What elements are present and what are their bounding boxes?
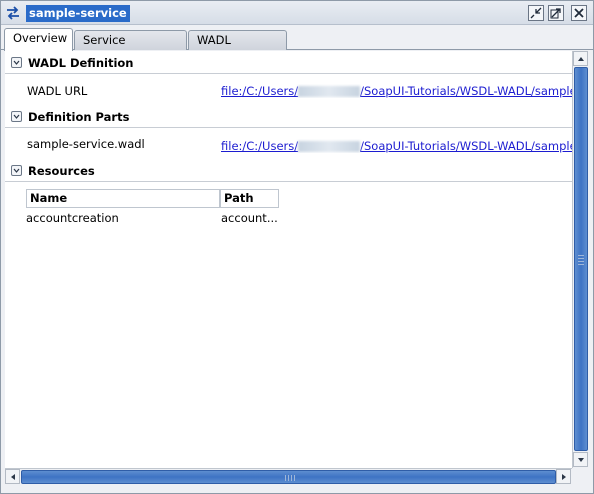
definition-part-name: sample-service.wadl [27,137,145,151]
collapse-chevron-icon[interactable] [11,111,22,122]
section-definition-parts: Definition Parts [5,106,572,128]
scroll-up-button[interactable] [573,51,588,66]
collapse-chevron-icon[interactable] [11,165,22,176]
horizontal-scroll-thumb[interactable] [21,470,556,484]
column-header-path[interactable]: Path [220,189,279,208]
overview-panel: WADL Definition WADL URL file:/C:/Users/… [5,51,572,468]
scroll-corner [572,468,589,485]
wadl-url-link[interactable]: file:/C:/Users/ /SoapUI-Tutorials/WSDL-WA… [221,84,572,98]
section-title: Resources [28,164,95,178]
scroll-down-button[interactable] [573,452,588,467]
wadl-url-suffix: /SoapUI-Tutorials/WSDL-WADL/sample-s [360,84,572,98]
part-url-suffix: /SoapUI-Tutorials/WSDL-WADL/sample-s [360,139,572,153]
wadl-url-prefix: file:/C:/Users/ [221,84,299,98]
section-title: Definition Parts [28,110,130,124]
tab-strip: Overview Service Endpoints WADL Content [1,26,593,66]
minimize-dock-button[interactable] [528,5,544,21]
close-button[interactable] [571,5,587,21]
maximize-button[interactable] [548,5,564,21]
wadl-url-label: WADL URL [27,84,88,98]
cell-name: accountcreation [26,211,119,225]
section-title: WADL Definition [28,56,134,70]
horizontal-scrollbar[interactable] [5,468,572,484]
section-wadl-definition: WADL Definition [5,52,572,74]
tab-overview[interactable]: Overview [4,28,73,51]
tab-wadl-content[interactable]: WADL Content [188,30,287,66]
vertical-scrollbar[interactable] [572,51,588,468]
scroll-left-button[interactable] [5,469,20,484]
definition-part-link[interactable]: file:/C:/Users/ /SoapUI-Tutorials/WSDL-WA… [221,139,572,153]
swap-arrows-icon [6,6,20,20]
column-header-name[interactable]: Name [26,189,220,208]
part-url-prefix: file:/C:/Users/ [221,139,299,153]
service-window: sample-service Overview Service Endpoint… [0,0,594,494]
collapse-chevron-icon[interactable] [11,57,22,68]
redacted-username [298,86,361,97]
scroll-right-button[interactable] [556,469,571,484]
vertical-scroll-thumb[interactable] [574,67,588,451]
redacted-username [298,141,361,152]
section-resources: Resources [5,160,572,182]
tab-service-endpoints[interactable]: Service Endpoints [74,30,187,66]
window-title: sample-service [26,5,130,22]
title-bar: sample-service [1,1,593,25]
cell-path: account... [221,211,278,225]
